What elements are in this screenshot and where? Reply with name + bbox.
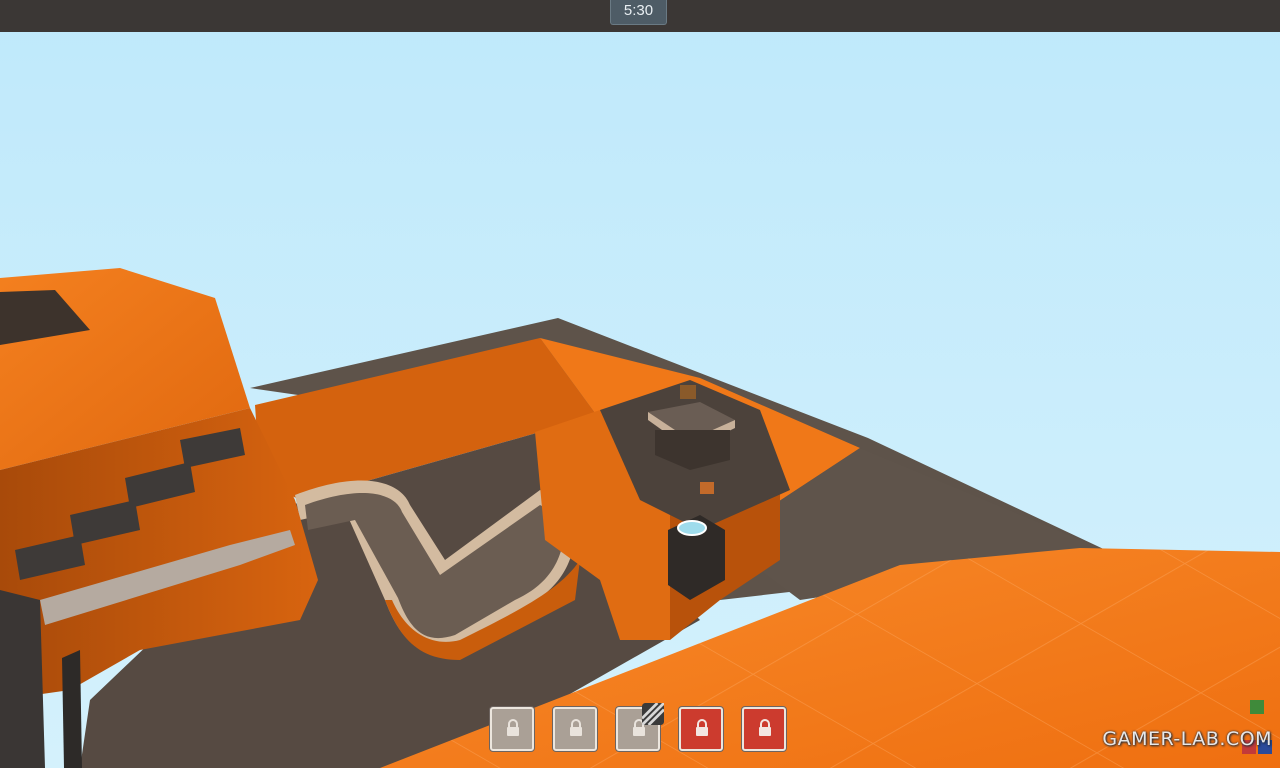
lock-icon (759, 719, 771, 736)
round-timer: 5:30 (610, 0, 667, 25)
watermark-text: GAMER-LAB.COM (1102, 728, 1272, 750)
game-viewport: 5:30 GAMER-LAB.COM (0, 0, 1280, 768)
control-point-2 (553, 707, 597, 751)
control-point-glow (677, 520, 707, 536)
map-scene (0, 0, 1280, 768)
control-point-hud (490, 703, 790, 755)
left-pillar (0, 590, 45, 768)
lock-icon (570, 719, 582, 736)
control-point-3 (616, 703, 664, 751)
lock-icon (696, 719, 708, 736)
control-point-4 (679, 707, 723, 751)
control-point-5 (742, 707, 786, 751)
left-pillar-2 (62, 650, 82, 768)
striped-flag-icon (642, 703, 664, 725)
lock-icon (507, 719, 519, 736)
crate (700, 482, 714, 494)
control-point-1 (490, 707, 534, 751)
crate (680, 385, 696, 399)
